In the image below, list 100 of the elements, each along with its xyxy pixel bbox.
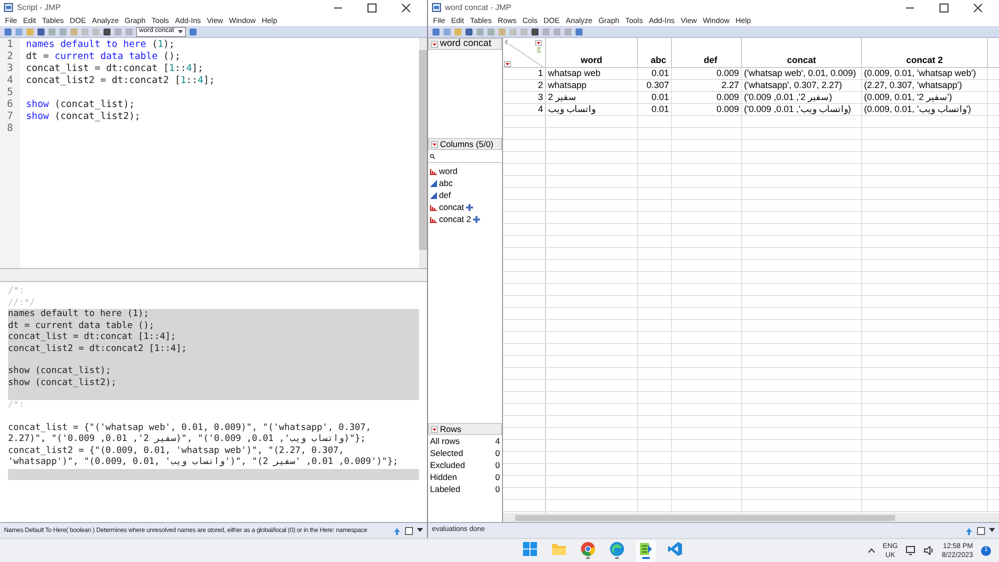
up-arrow-icon[interactable] <box>393 526 401 534</box>
column-name[interactable]: def <box>439 190 451 200</box>
line-number: 1 <box>6 39 14 51</box>
code-line: dt = current data table (); <box>26 51 180 62</box>
row-stat-label: Hidden <box>430 472 457 482</box>
row-number[interactable]: 2 <box>538 81 543 90</box>
code-line: show (concat_list2); <box>26 111 140 122</box>
log-output-line: concat_list2 = {"(0.009, 0.01, 'whatsap web')", "(2.27, 0.307, <box>8 446 345 457</box>
jmp-icon[interactable] <box>639 542 654 556</box>
line-number: 8 <box>6 123 14 135</box>
row-stat-value: 0 <box>495 472 500 482</box>
column-name[interactable]: abc <box>439 178 453 188</box>
table-cell: 0.009 <box>716 105 739 114</box>
bar-chart-icon <box>430 168 437 174</box>
log-line: concat_list2 = dt:concat2 [1::4]; <box>8 344 188 355</box>
column-header[interactable]: word <box>580 56 602 65</box>
maximize-icon[interactable] <box>367 2 377 12</box>
table-cell: ('واتساب ويب', 0.01, 0.009) <box>744 105 852 114</box>
maximize-icon[interactable] <box>939 2 949 12</box>
table-cell: 2.27 <box>721 81 739 90</box>
bar-chart-icon <box>430 216 437 222</box>
horizontal-scrollbar[interactable] <box>503 513 999 522</box>
table-cell: (0.009, 0.01, 'واتساب ويب') <box>864 105 971 114</box>
speaker-icon[interactable] <box>924 546 934 555</box>
up-arrow-icon[interactable] <box>965 526 973 534</box>
caret-icon <box>178 30 184 34</box>
code-editor-icon[interactable] <box>668 542 682 556</box>
row-stat-value: 0 <box>495 484 500 494</box>
app-icon <box>4 3 13 12</box>
formula-icon <box>473 216 480 222</box>
taskbar-button[interactable] <box>636 540 656 562</box>
table-cell: 0.01 <box>651 69 669 78</box>
row-stat-value: 0 <box>495 460 500 470</box>
line-number: 3 <box>6 63 14 75</box>
log-line: show (concat_list); <box>8 366 112 378</box>
panel-title: Rows <box>440 424 462 434</box>
caret-icon[interactable] <box>417 528 423 533</box>
table-cell: (0.009, 0.01, 'whatsap web') <box>864 69 976 78</box>
code-line: concat_list = dt:concat [1::4]; <box>26 63 204 74</box>
log-line: dt = current data table (); <box>8 320 156 332</box>
row-number[interactable]: 1 <box>538 69 543 78</box>
browser-icon[interactable] <box>581 542 596 556</box>
formula-icon <box>466 204 474 210</box>
code-line: names default to here (1); <box>26 39 175 50</box>
column-header[interactable]: def <box>704 56 718 65</box>
log-output-line: 2.27)", "('سفير 2', 0.01, 0.009)", "('واتساب ويب', 0.01, 0.009)"}; <box>8 434 367 446</box>
close-icon[interactable] <box>401 2 411 12</box>
row-stat-label: Excluded <box>430 460 465 470</box>
disclosure-icon[interactable] <box>431 140 438 148</box>
table-cell: 0.01 <box>651 93 669 102</box>
disclosure-icon[interactable] <box>431 40 438 48</box>
line-number: 5 <box>6 87 14 99</box>
column-name[interactable]: concat 2 <box>439 214 472 224</box>
log-line: concat_list = dt:concat [1::4]; <box>8 332 177 344</box>
table-cell: ('whatsapp', 0.307, 2.27) <box>744 81 842 90</box>
chevron-up-icon[interactable] <box>868 548 875 553</box>
column-header[interactable]: concat <box>786 56 816 65</box>
row-stat-value: 0 <box>495 448 500 458</box>
toolbar-icon[interactable] <box>189 28 198 36</box>
search-icon <box>430 154 435 158</box>
log-comment: //:*/ <box>8 298 36 309</box>
table-cell: ('whatsap web', 0.01, 0.009) <box>744 69 856 78</box>
log-comment: /*: <box>8 400 26 412</box>
table-cell: واتساب ويب <box>548 105 596 114</box>
table-cell: 0.307 <box>646 81 669 90</box>
column-header[interactable]: concat 2 <box>906 56 943 65</box>
column-name[interactable]: word <box>439 166 458 176</box>
disclosure-icon[interactable] <box>431 426 438 432</box>
row-stat-label: Selected <box>430 448 464 458</box>
row-number[interactable]: 3 <box>538 93 543 102</box>
window-title: Script - JMP <box>17 2 61 14</box>
line-number: 4 <box>6 75 14 87</box>
row-number[interactable]: 4 <box>538 105 543 114</box>
row-stat-value: 4 <box>495 436 500 446</box>
table-cell: whatsapp <box>548 81 587 90</box>
browser-icon[interactable] <box>610 542 624 556</box>
line-number: 7 <box>6 111 14 123</box>
code-line: show (concat_list); <box>26 99 135 110</box>
log-line: show (concat_list2); <box>8 378 118 389</box>
caret-icon[interactable] <box>989 528 995 533</box>
row-stat-label: All rows <box>430 436 460 446</box>
log-output-line: 'whatsapp')", "(0.009, 0.01, 'واتساب ويب')", "(0.009, 0.01, 'سفير 2')"}; <box>8 457 400 468</box>
checkbox-icon[interactable] <box>405 526 413 534</box>
table-cell: (2.27, 0.307, 'whatsapp') <box>864 81 962 90</box>
line-number: 2 <box>6 51 14 63</box>
checkbox-icon[interactable] <box>977 526 985 534</box>
table-cell: 0.009 <box>716 93 739 102</box>
close-icon[interactable] <box>973 2 983 12</box>
table-cell: 0.009 <box>716 69 739 78</box>
log-output-line: concat_list = {"('whatsap web', 0.01, 0.009)", "('whatsapp', 0.307, <box>8 422 372 434</box>
column-name[interactable]: concat <box>439 202 464 212</box>
log-comment: /*: <box>8 286 26 298</box>
splitter-bar[interactable] <box>0 268 427 282</box>
windows-icon[interactable] <box>523 542 538 556</box>
column-header[interactable]: abc <box>650 56 666 65</box>
row-stat-label: Labeled <box>430 484 460 494</box>
table-cell: 0.01 <box>651 105 669 114</box>
app-icon <box>432 3 441 12</box>
table-cell: (0.009, 0.01, 'سفير 2') <box>864 93 952 102</box>
panel-title: word concat <box>440 39 492 49</box>
